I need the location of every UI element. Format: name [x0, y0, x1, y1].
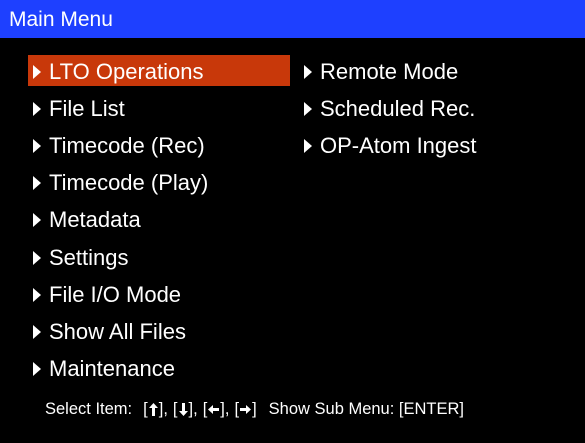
menu-item-label: File List — [49, 95, 125, 121]
menu-item-remote-mode[interactable]: Remote Mode — [301, 53, 477, 90]
play-arrow-icon — [33, 213, 41, 228]
play-arrow-icon — [33, 324, 41, 339]
play-arrow-icon — [33, 287, 41, 302]
play-arrow-icon — [33, 362, 41, 377]
navigation-keys: [ ], [ ], [ ], [] — [143, 400, 257, 419]
menu-item-op-atom-ingest[interactable]: OP-Atom Ingest — [301, 127, 477, 164]
menu-item-label: Metadata — [49, 207, 141, 233]
menu-item-label: Settings — [49, 244, 129, 270]
play-arrow-icon — [304, 101, 312, 116]
play-arrow-icon — [304, 64, 312, 79]
main-menu-screen: Main Menu LTO Operations File List Timec… — [0, 0, 585, 443]
play-arrow-icon — [33, 64, 41, 79]
play-arrow-icon — [304, 138, 312, 153]
menu-item-file-io-mode[interactable]: File I/O Mode — [30, 276, 208, 313]
select-item-hint: Select Item: — [45, 399, 133, 418]
up-arrow-key: [ ], — [143, 399, 168, 418]
menu-item-label: OP-Atom Ingest — [320, 132, 477, 158]
menu-item-maintenance[interactable]: Maintenance — [30, 351, 208, 388]
menu-item-show-all-files[interactable]: Show All Files — [30, 313, 208, 350]
play-arrow-icon — [33, 176, 41, 191]
menu-item-lto-operations[interactable]: LTO Operations — [28, 53, 290, 90]
menu-item-label: Maintenance — [49, 356, 175, 382]
footer-help: Select Item: [ ], [ ], [] , [] Show Su… — [45, 395, 464, 423]
menu-item-label: Timecode (Play) — [49, 170, 209, 196]
menu-item-label: Show All Files — [49, 318, 186, 344]
down-arrow-icon — [178, 402, 188, 416]
menu-item-label: Remote Mode — [320, 58, 459, 84]
menu-item-timecode-play[interactable]: Timecode (Play) — [30, 165, 208, 202]
right-arrow-key: [ ] — [234, 399, 257, 418]
right-arrow-icon — [240, 404, 252, 414]
page-title: Main Menu — [9, 8, 113, 31]
menu-item-label: File I/O Mode — [49, 281, 182, 307]
play-arrow-icon — [33, 250, 41, 265]
menu-item-file-list[interactable]: File List — [30, 90, 208, 127]
play-arrow-icon — [33, 138, 41, 153]
menu-item-label: Scheduled Rec. — [320, 95, 476, 121]
menu-item-label: Timecode (Rec) — [49, 132, 205, 158]
menu-item-timecode-rec[interactable]: Timecode (Rec) — [30, 127, 208, 164]
menu-item-metadata[interactable]: Metadata — [30, 202, 208, 239]
down-arrow-key: [ ], — [172, 399, 198, 418]
show-submenu-hint: Show Sub Menu: [ENTER] — [268, 399, 464, 418]
menu-column-right: Remote Mode Scheduled Rec. OP-Atom Inges… — [301, 53, 477, 165]
menu-item-settings[interactable]: Settings — [30, 239, 208, 276]
menu-item-scheduled-rec[interactable]: Scheduled Rec. — [301, 90, 477, 127]
play-arrow-icon — [33, 101, 41, 116]
title-bar: Main Menu — [0, 0, 585, 38]
menu-item-label: LTO Operations — [49, 58, 204, 84]
menu-column-left: LTO Operations File List Timecode (Rec) … — [28, 53, 290, 388]
left-arrow-icon — [208, 404, 220, 414]
up-arrow-icon — [148, 402, 158, 416]
left-arrow-key: [ ], — [202, 399, 230, 418]
